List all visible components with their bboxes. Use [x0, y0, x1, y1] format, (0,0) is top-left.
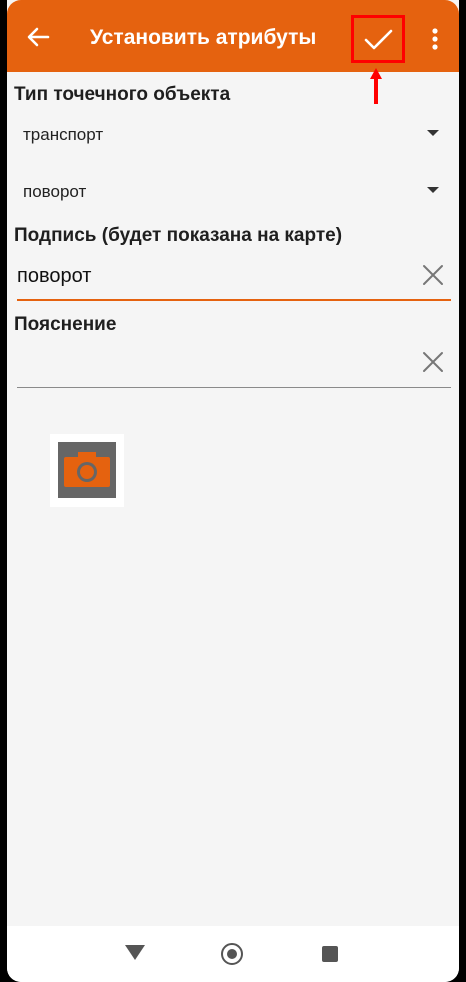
screen: Установить атрибуты Тип точечного объект…	[7, 0, 459, 982]
note-label: Пояснение	[14, 314, 117, 335]
subtype-select[interactable]: поворот	[14, 172, 439, 212]
confirm-button[interactable]	[356, 17, 414, 65]
arrow-left-icon	[27, 27, 50, 47]
app-bar: Установить атрибуты	[7, 0, 459, 72]
check-icon	[364, 29, 393, 50]
square-recents-icon[interactable]	[322, 946, 338, 962]
object-type-label: Тип точечного объекта	[14, 84, 231, 105]
subtype-select-value: поворот	[23, 182, 87, 201]
clear-icon[interactable]	[421, 350, 445, 374]
category-select[interactable]: транспорт	[14, 115, 439, 155]
arrow-up-icon	[369, 66, 383, 106]
camera-icon	[64, 452, 110, 487]
more-vertical-icon	[432, 28, 438, 50]
triangle-back-icon[interactable]	[125, 945, 145, 960]
caption-label: Подпись (будет показана на карте)	[14, 225, 343, 246]
system-navigation-bar	[7, 926, 459, 982]
back-button[interactable]	[23, 22, 53, 52]
page-title: Установить атрибуты	[90, 26, 317, 49]
photo-placeholder	[58, 442, 116, 498]
dropdown-caret-icon	[427, 130, 439, 136]
clear-icon[interactable]	[421, 263, 445, 287]
caption-input[interactable]: поворот	[17, 265, 91, 288]
more-options-button[interactable]	[425, 24, 445, 54]
category-select-value: транспорт	[23, 125, 104, 144]
note-underline	[17, 387, 451, 388]
circle-home-icon[interactable]	[221, 943, 243, 965]
add-photo-button[interactable]	[50, 434, 124, 507]
dropdown-caret-icon	[427, 187, 439, 193]
caption-field[interactable]: поворот	[17, 255, 451, 301]
caption-underline	[17, 299, 451, 301]
note-field[interactable]	[17, 342, 451, 388]
